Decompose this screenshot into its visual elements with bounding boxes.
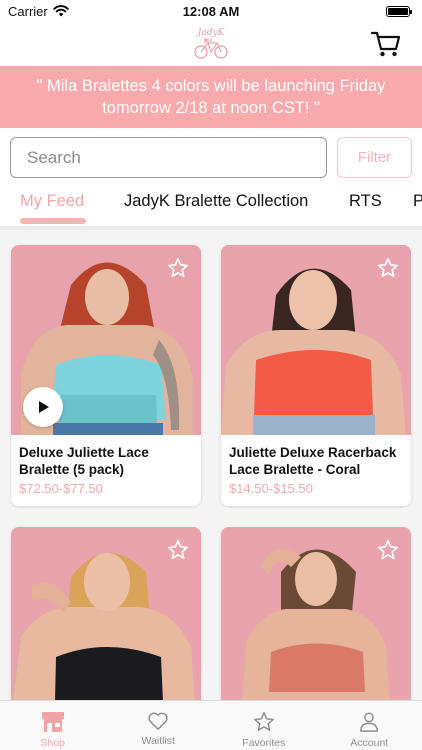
app-logo[interactable]: JadyK <box>187 25 235 63</box>
tab-my-feed[interactable]: My Feed <box>20 192 84 211</box>
product-price: $14.50-$15.50 <box>229 481 313 496</box>
carrier-label: Carrier <box>8 3 48 19</box>
favorite-star-button[interactable] <box>167 539 189 561</box>
bottom-tab-bar: Shop Waitlist Favorites Account <box>0 700 422 750</box>
cart-button[interactable] <box>370 28 402 60</box>
tab-favorites[interactable]: Favorites <box>211 701 317 750</box>
product-title: Deluxe Juliette Lace Bralette (5 pack) <box>19 445 149 477</box>
product-price: $72.50-$77.50 <box>19 481 103 496</box>
tab-waitlist[interactable]: Waitlist <box>106 701 212 750</box>
tab-account-label: Account <box>350 737 389 749</box>
tab-waitlist-label: Waitlist <box>141 735 175 747</box>
product-image[interactable] <box>221 527 411 700</box>
product-image[interactable] <box>11 245 201 435</box>
product-card[interactable] <box>11 527 201 700</box>
star-outline-icon <box>378 258 398 278</box>
search-row: Filter <box>10 137 412 178</box>
play-video-button[interactable] <box>23 387 63 427</box>
tab-shop-label: Shop <box>40 737 66 749</box>
person-icon <box>360 712 379 732</box>
star-outline-icon <box>378 540 398 560</box>
nav-bar: JadyK <box>0 22 422 66</box>
announcement-text: " Mila Bralettes 4 colors will be launch… <box>36 77 386 117</box>
favorite-star-button[interactable] <box>377 539 399 561</box>
product-card[interactable] <box>221 527 411 700</box>
product-image[interactable] <box>11 527 201 700</box>
star-outline-icon <box>168 540 188 560</box>
category-tabs: My Feed JadyK Bralette Collection RTS P <box>0 186 422 226</box>
heart-icon <box>148 712 168 730</box>
tab-account[interactable]: Account <box>317 701 422 750</box>
product-card[interactable]: Juliette Deluxe Racerback Lace Bralette … <box>221 245 411 506</box>
announcement-banner[interactable]: " Mila Bralettes 4 colors will be launch… <box>0 66 422 128</box>
tab-jadyk-bralette-collection[interactable]: JadyK Bralette Collection <box>124 192 308 211</box>
product-image[interactable] <box>221 245 411 435</box>
star-outline-icon <box>168 258 188 278</box>
favorite-star-button[interactable] <box>167 257 189 279</box>
play-icon <box>39 401 49 413</box>
status-bar: Carrier 12:08 AM <box>0 0 422 22</box>
cart-icon <box>370 31 401 57</box>
tab-shop[interactable]: Shop <box>0 701 106 750</box>
product-card[interactable]: Deluxe Juliette Lace Bralette (5 pack) $… <box>11 245 201 506</box>
search-input[interactable] <box>10 137 327 178</box>
tab-partial[interactable]: P <box>413 192 422 211</box>
product-grid: Deluxe Juliette Lace Bralette (5 pack) $… <box>0 230 422 700</box>
wifi-icon <box>53 5 69 17</box>
active-tab-indicator <box>20 218 86 224</box>
filter-button[interactable]: Filter <box>337 137 412 178</box>
battery-icon <box>386 5 412 17</box>
storefront-icon <box>41 712 64 732</box>
tab-favorites-label: Favorites <box>242 737 286 749</box>
bicycle-logo-icon <box>194 37 228 59</box>
star-icon <box>253 712 274 731</box>
logo-text: JadyK <box>197 27 225 38</box>
favorite-star-button[interactable] <box>377 257 399 279</box>
tab-rts[interactable]: RTS <box>349 192 382 211</box>
product-title: Juliette Deluxe Racerback Lace Bralette … <box>229 445 397 477</box>
status-left: Carrier <box>8 4 69 19</box>
